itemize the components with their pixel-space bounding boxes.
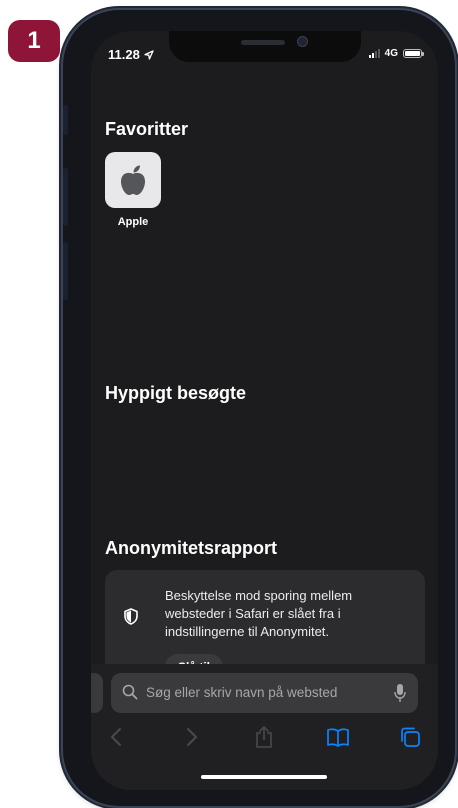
back-button[interactable]	[101, 722, 131, 752]
status-time: 11.28	[108, 47, 154, 62]
bookmarks-icon	[327, 728, 349, 747]
bookmarks-button[interactable]	[323, 722, 353, 752]
tabs-icon	[401, 727, 420, 747]
forward-button[interactable]	[177, 722, 207, 752]
tabs-button[interactable]	[395, 722, 425, 752]
network-type: 4G	[384, 48, 398, 59]
volume-down-button	[63, 242, 68, 300]
mute-switch	[63, 105, 68, 135]
share-icon	[256, 726, 272, 748]
speaker-grille	[241, 40, 285, 45]
search-icon	[122, 684, 138, 700]
phone-screen: 11.28 4G Favoritter Apple Hyppigt besøgt…	[91, 31, 438, 790]
battery-icon	[403, 49, 424, 58]
front-camera	[297, 36, 308, 47]
home-indicator[interactable]	[201, 775, 327, 779]
address-search-bar[interactable]: Søg eller skriv navn på websted	[111, 673, 418, 713]
favorites-title: Favoritter	[105, 119, 189, 139]
status-indicators: 4G	[368, 48, 424, 59]
privacy-report-message: Beskyttelse mod sporing mellem websteder…	[165, 588, 353, 639]
location-arrow-icon	[144, 49, 154, 60]
privacy-report-title: Anonymitetsrapport	[105, 538, 278, 558]
clock-text: 11.28	[108, 47, 140, 62]
frequently-visited-title: Hyppigt besøgte	[105, 383, 247, 403]
step-number-badge: 1	[8, 20, 60, 62]
forward-icon	[187, 728, 197, 746]
volume-up-button	[63, 168, 68, 226]
back-icon	[111, 728, 121, 746]
share-button[interactable]	[249, 722, 279, 752]
previous-tab-peek[interactable]	[91, 673, 103, 713]
bottom-toolbar: Søg eller skriv navn på websted	[91, 664, 438, 790]
favorite-apple-tile[interactable]	[105, 152, 161, 208]
microphone-icon[interactable]	[394, 683, 406, 703]
apple-icon	[121, 165, 145, 195]
notch	[169, 31, 361, 62]
shield-icon	[124, 608, 138, 625]
favorite-apple-label[interactable]: Apple	[105, 216, 161, 228]
search-placeholder: Søg eller skriv navn på websted	[146, 685, 338, 700]
cellular-signal-icon	[368, 49, 380, 58]
